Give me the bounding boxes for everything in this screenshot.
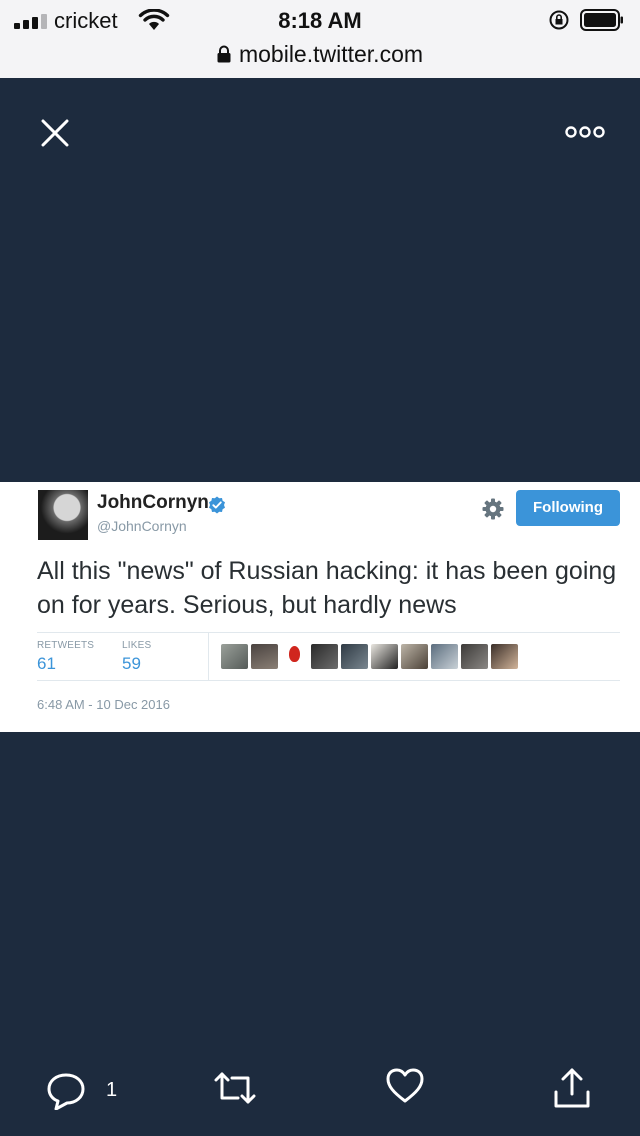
reply-button[interactable]: 1 [46,1066,126,1116]
following-button: Following [516,490,620,526]
user-handle: @JohnCornyn [97,518,187,534]
avatar [401,644,428,669]
avatar [341,644,368,669]
avatar [251,644,278,669]
tweet-timestamp: 6:48 AM - 10 Dec 2016 [37,697,170,712]
avatar [281,644,308,669]
share-icon [554,1068,590,1108]
avatar [38,490,88,540]
retweet-button[interactable] [212,1066,258,1116]
likes-label: LIKES [122,640,152,651]
divider [37,680,620,681]
avatar [311,644,338,669]
retweets-label: RETWEETS [37,640,95,651]
tweet-image[interactable]: JohnCornyn @JohnCornyn Following All thi… [0,482,640,732]
status-time: 8:18 AM [278,8,362,33]
padlock-icon [217,45,231,63]
battery-icon [580,9,623,31]
avatar [431,644,458,669]
display-name: JohnCornyn [97,492,209,513]
divider [37,632,620,633]
like-icon [386,1068,424,1103]
address-bar[interactable]: mobile.twitter.com [0,41,640,68]
avatar [461,644,488,669]
share-button[interactable] [552,1066,592,1116]
avatar [371,644,398,669]
gear-icon [482,498,504,520]
verified-badge-icon [209,496,225,514]
reply-count: 1 [106,1079,118,1101]
avatar [221,644,248,669]
avatar [491,644,518,669]
divider [208,633,209,680]
retweets-count: 61 [37,654,56,673]
more-options-icon[interactable] [564,122,606,142]
status-bar: cricket 8:18 AM mobile.twitter.com [0,0,640,78]
tweet-text: All this "news" of Russian hacking: it h… [37,557,617,619]
like-button[interactable] [385,1066,425,1116]
likes-count: 59 [122,654,141,673]
tweet-actions-bar: 1 [0,1066,640,1116]
reply-icon [47,1073,85,1110]
rotation-lock-icon [549,10,569,30]
likers-avatars [221,644,518,669]
retweet-icon [214,1072,256,1104]
close-icon[interactable] [38,116,72,150]
url-text: mobile.twitter.com [238,41,424,67]
